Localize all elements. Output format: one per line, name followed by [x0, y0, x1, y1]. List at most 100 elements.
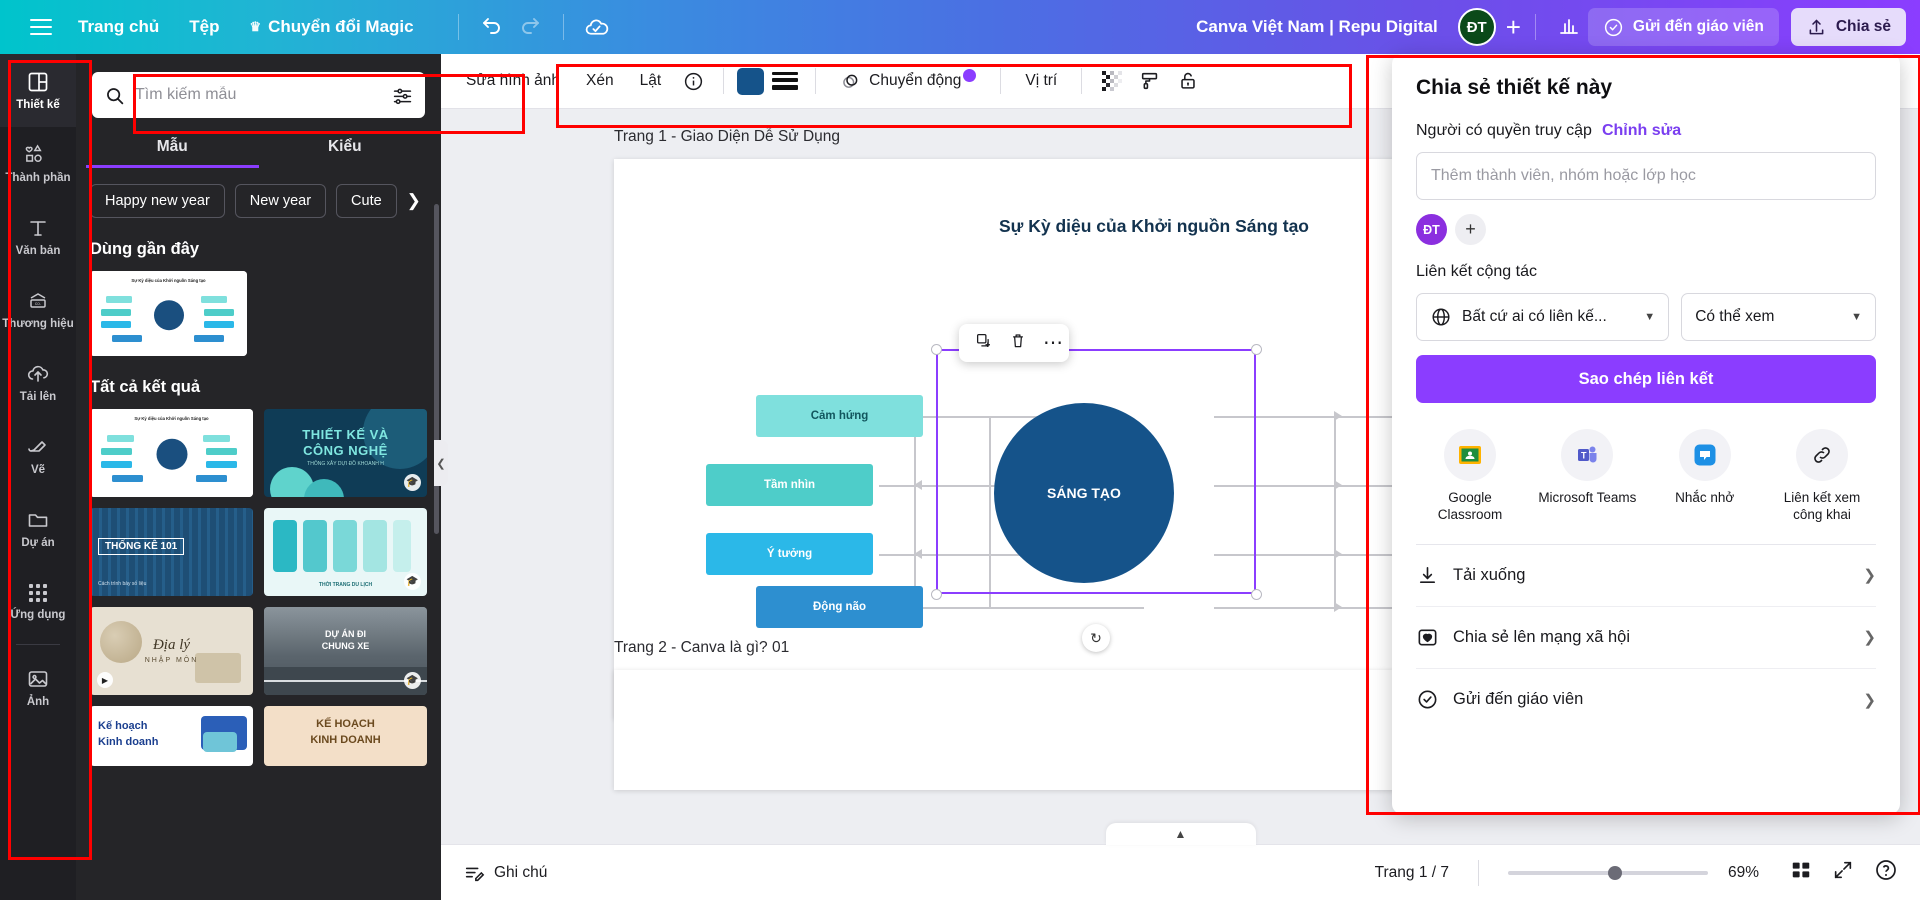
share-option-send-teacher[interactable]: Gửi đến giáo viên ❯ [1416, 669, 1876, 731]
search-box[interactable] [92, 72, 425, 118]
edit-image-button[interactable]: Sửa hình ảnh [455, 64, 571, 98]
template-card[interactable]: THỜI TRANG DU LỊCH 🎓 [264, 508, 427, 596]
duplicate-icon[interactable] [975, 332, 993, 355]
grid-view-icon[interactable] [1790, 859, 1812, 886]
more-horizontal-icon[interactable]: ⋯ [1043, 333, 1065, 353]
template-card[interactable]: DỰ ÁN ĐI CHUNG XE 🎓 [264, 607, 427, 695]
flip-button[interactable]: Lật [629, 64, 673, 98]
send-to-teacher-button[interactable]: Gửi đến giáo viên [1588, 8, 1779, 46]
edit-access-link[interactable]: Chỉnh sửa [1602, 122, 1681, 140]
sidebar-item-photos[interactable]: Ảnh [0, 651, 76, 724]
nav-home[interactable]: Trang chủ [78, 17, 159, 37]
diagram-node[interactable]: Tầm nhìn [706, 464, 873, 506]
crop-button[interactable]: Xén [575, 64, 625, 98]
recent-template-thumb[interactable]: Sự Kỳ diệu của Khởi nguồn Sáng tạo [90, 271, 247, 356]
template-title: Địa lý [90, 637, 253, 654]
share-option-download[interactable]: Tải xuống ❯ [1416, 545, 1876, 607]
sidebar-item-apps[interactable]: Ứng dụng [0, 565, 76, 638]
fullscreen-icon[interactable] [1832, 859, 1854, 886]
sidebar-item-brand[interactable]: co. Thương hiệu [0, 273, 76, 346]
position-button[interactable]: Vị trí [1014, 64, 1068, 98]
sidebar-item-draw[interactable]: Vẽ [0, 419, 76, 492]
bar-chart-icon[interactable] [1550, 8, 1588, 46]
add-collaborator-button[interactable]: + [1506, 14, 1521, 40]
link-permission-select[interactable]: Có thể xem ▼ [1681, 293, 1876, 341]
sidebar-item-design[interactable]: Thiết kế [0, 54, 76, 127]
sidebar-item-uploads[interactable]: Tải lên [0, 346, 76, 419]
animate-button[interactable]: Chuyển động [829, 63, 987, 100]
template-subtitle: NHẬP MÔN [90, 657, 253, 664]
sidebar-item-projects[interactable]: Dự án [0, 492, 76, 565]
template-card[interactable]: THỐNG KÊ 101 Cách trình bày số liệu [90, 508, 253, 596]
line-weight-icon[interactable] [768, 64, 802, 98]
tab-styles[interactable]: Kiểu [259, 138, 432, 168]
nav-file[interactable]: Tệp [189, 17, 219, 37]
rotate-icon[interactable]: ↻ [1082, 624, 1110, 652]
template-card[interactable]: THIẾT KẾ VÀ CÔNG NGHỆ THÔNG XÂY DỰI ĐỒ K… [264, 409, 427, 497]
chip-cute[interactable]: Cute [336, 184, 397, 218]
divider [563, 14, 564, 40]
collaborators: ĐT + [1458, 8, 1521, 46]
zoom-slider-knob[interactable] [1608, 866, 1622, 880]
share-app-remind[interactable]: Nhắc nhở [1651, 429, 1759, 524]
search-section [76, 54, 441, 118]
hamburger-icon[interactable] [30, 19, 52, 35]
redo-icon[interactable] [511, 8, 549, 46]
chevron-right-icon[interactable]: ❯ [407, 191, 421, 211]
all-results-title: Tất cả kết quả [76, 356, 441, 409]
paint-roller-icon[interactable] [1133, 64, 1167, 98]
templates-panel: Mẫu Kiểu Happy new year New year Cute ❯ … [76, 54, 441, 900]
share-app-public-link[interactable]: Liên kết xem công khai [1768, 429, 1876, 524]
undo-icon[interactable] [473, 8, 511, 46]
link-scope-select[interactable]: Bất cứ ai có liên kế... ▼ [1416, 293, 1669, 341]
add-member-field[interactable] [1416, 152, 1876, 200]
document-title: Canva Việt Nam | Repu Digital [1196, 17, 1438, 37]
template-card[interactable]: Sự Kỳ diệu của Khởi nguồn Sáng tạo [90, 409, 253, 497]
selection-frame[interactable] [936, 349, 1256, 594]
lock-icon[interactable] [1171, 64, 1205, 98]
zoom-slider[interactable] [1508, 871, 1708, 875]
sidebar-item-elements[interactable]: Thành phần [0, 127, 76, 200]
mini-diagram: Sự Kỳ diệu của Khởi nguồn Sáng tạo [90, 409, 253, 497]
search-input[interactable] [135, 86, 382, 104]
tab-templates[interactable]: Mẫu [86, 138, 259, 168]
add-avatar-button[interactable]: + [1455, 214, 1486, 245]
avatar[interactable]: ĐT [1416, 214, 1447, 245]
animate-badge [963, 69, 976, 82]
divider [723, 68, 724, 94]
share-app-google-classroom[interactable]: Google Classroom [1416, 429, 1524, 524]
help-icon[interactable] [1874, 858, 1898, 887]
add-member-input[interactable] [1431, 167, 1861, 185]
sidebar-item-text[interactable]: Văn bản [0, 200, 76, 273]
chip-happy-new-year[interactable]: Happy new year [90, 184, 225, 218]
expand-pages-button[interactable]: ▲ [1106, 823, 1256, 845]
collapse-panel-button[interactable]: ❮ [434, 440, 448, 486]
transparency-icon[interactable] [1095, 64, 1129, 98]
template-card[interactable]: KẾ HOẠCH KINH DOANH [264, 706, 427, 766]
nav-magic-switch[interactable]: ♛ Chuyển đổi Magic [249, 17, 413, 37]
send-to-teacher-label: Gửi đến giáo viên [1633, 18, 1764, 36]
template-card[interactable]: Kế hoạch Kinh doanh [90, 706, 253, 766]
resize-handle-tr[interactable] [1251, 344, 1262, 355]
resize-handle-tl[interactable] [931, 344, 942, 355]
share-app-microsoft-teams[interactable]: T Microsoft Teams [1533, 429, 1641, 524]
trash-icon[interactable] [1009, 332, 1027, 355]
diagram-node[interactable]: Cảm hứng [756, 395, 923, 437]
diagram-node[interactable]: Ý tưởng [706, 533, 873, 575]
bottom-right-controls: Trang 1 / 7 69% [1375, 858, 1898, 887]
color-swatch-button[interactable] [737, 68, 764, 95]
share-option-social[interactable]: Chia sẻ lên mạng xã hội ❯ [1416, 607, 1876, 669]
template-card[interactable]: Địa lý NHẬP MÔN ▶ [90, 607, 253, 695]
avatar[interactable]: ĐT [1458, 8, 1496, 46]
chip-new-year[interactable]: New year [235, 184, 326, 218]
share-button[interactable]: Chia sẻ [1791, 8, 1906, 46]
microsoft-teams-icon: T [1561, 429, 1613, 481]
diagram-node[interactable]: Động não [756, 586, 923, 628]
play-icon[interactable]: ▶ [97, 672, 113, 688]
info-circle-icon[interactable] [676, 64, 710, 98]
copy-link-button[interactable]: Sao chép liên kết [1416, 355, 1876, 403]
resize-handle-br[interactable] [1251, 589, 1262, 600]
resize-handle-bl[interactable] [931, 589, 942, 600]
cloud-check-icon[interactable] [578, 8, 616, 46]
notes-button[interactable]: Ghi chú [463, 862, 547, 884]
